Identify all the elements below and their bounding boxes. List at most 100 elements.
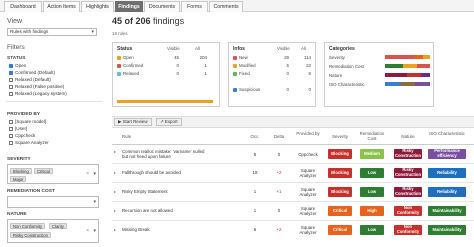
nature-bar (421, 73, 430, 77)
rule-name-line: but not freed upon failure (122, 154, 171, 159)
checkbox-icon (9, 70, 13, 75)
table-row[interactable]: ▸ Risky Empty Statement 1 +1 Square Analy… (112, 183, 474, 202)
status-row-relaxed[interactable]: Relaxed (117, 71, 139, 76)
tab-highlights[interactable]: Highlights (81, 1, 114, 12)
clear-icon[interactable]: × (86, 171, 89, 177)
occurrences: 5 (253, 152, 257, 157)
clear-icon[interactable]: × (86, 228, 89, 234)
rule-name[interactable]: ▸ Common realloc mistake: 'varname' null… (114, 149, 246, 159)
table-row[interactable]: ▸ Fallthrough should be avoided 18 +2 Sq… (112, 164, 474, 183)
chevron-right-icon: ▸ (114, 208, 117, 213)
status-option-relaxed[interactable]: Relaxed (Default) (9, 77, 51, 83)
infos-row-suspicious[interactable]: Suspicious (233, 87, 260, 92)
rule-name[interactable]: ▸ Missing Break (114, 227, 246, 232)
severity-chip[interactable]: Critical (34, 168, 53, 174)
nature-multiselect[interactable]: Non Conformity Clarity Risky Constructio… (7, 219, 99, 243)
status-visible-value: 0 (176, 63, 179, 68)
column-header-delta[interactable]: Delta (272, 134, 286, 139)
rule-name[interactable]: ▸ Risky Empty Statement (114, 189, 246, 194)
remediation-badge: High (360, 206, 384, 216)
table-row[interactable]: ▸ Recursion are not allowed 1 0 Square An… (112, 202, 474, 221)
provided-option-cppcheck[interactable]: Cppcheck (9, 133, 35, 139)
status-row-label: Confirmed (123, 63, 144, 68)
status-row-confirmed[interactable]: Confirmed (117, 63, 143, 68)
start-review-button[interactable]: ▶ Start Review (114, 118, 152, 126)
rules-count: 16 rules (112, 31, 128, 36)
table-row[interactable]: ▸ Common realloc mistake: 'varname' null… (112, 145, 474, 164)
categories-card-title: Categories (329, 46, 355, 52)
confirmed-status-icon (117, 63, 121, 68)
column-header-severity[interactable]: Severity (328, 134, 352, 139)
remediation-badge: Low (360, 187, 384, 197)
col-all: All (301, 46, 306, 51)
severity-badge: Blocking (328, 149, 352, 159)
column-header-rule[interactable]: Rule (122, 134, 182, 139)
tab-action-items[interactable]: Action Items (43, 1, 80, 12)
occurrences: 1 (253, 189, 257, 194)
iso-bar (415, 82, 430, 86)
iso-badge: Performance efficiency (428, 149, 466, 159)
status-option-relaxed-false-positive[interactable]: Relaxed (False positive) (9, 84, 64, 90)
view-select[interactable]: Rules with findings ▾ (7, 28, 97, 36)
nature-chip[interactable]: Non Conformity (10, 223, 46, 229)
findings-main: 45 of 206 findings 16 rules Status Visib… (112, 12, 474, 247)
provided-by-line: Analyzer (299, 173, 317, 178)
severity-badge: Critical (328, 225, 352, 235)
checkbox-icon (9, 63, 13, 68)
severity-chip[interactable]: Major (10, 176, 27, 182)
infos-row-fixed[interactable]: Fixed (233, 71, 250, 76)
status-option-confirmed[interactable]: Confirmed (Default) (9, 70, 55, 76)
column-header-remediation-cost[interactable]: Remediation Cost (358, 131, 386, 141)
nature-badge: Risky Construction (394, 168, 422, 178)
provided-option-square-analyzer[interactable]: Square Analyzer (9, 140, 49, 146)
status-row-open[interactable]: Open (117, 55, 134, 60)
severity-multiselect[interactable]: Blocking Critical Major × ▾ (7, 164, 99, 184)
provided-option-label: Square Analyzer (15, 140, 49, 145)
severity-badge: Blocking (328, 187, 352, 197)
table-row[interactable]: ▸ Missing Break 6 +2 Square Analyzer Crit… (112, 221, 474, 240)
tab-comments[interactable]: Comments (209, 1, 243, 12)
status-option-relaxed-legacy[interactable]: Relaxed (Legacy system) (9, 91, 67, 97)
severity-badge: Critical (328, 206, 352, 216)
column-header-iso[interactable]: ISO Characteristic (428, 131, 466, 136)
rule-name[interactable]: ▸ Recursion are not allowed (114, 208, 246, 213)
nature-chip[interactable]: Risky Construction (10, 232, 51, 238)
status-caption: STATUS (7, 56, 26, 61)
provided-option-square-model[interactable]: [Square model] (9, 119, 46, 125)
chevron-down-icon: ▾ (91, 29, 94, 35)
nature-badge: Risky Construction (394, 187, 422, 197)
status-option-label: Relaxed (Default) (15, 77, 51, 82)
tab-dashboard[interactable]: Dashboard (4, 1, 42, 12)
tab-forms[interactable]: Forms (181, 1, 208, 12)
tab-documents[interactable]: Documents (144, 1, 180, 12)
provided-by: Square Analyzer (296, 187, 320, 197)
severity-caption: SEVERITY (7, 157, 31, 162)
nature-chip[interactable]: Clarity (49, 223, 67, 229)
iso-badge: Maintainability (428, 225, 466, 235)
view-heading: View (7, 18, 23, 25)
severity-badge: Blocking (328, 168, 352, 178)
severity-bar (415, 55, 423, 59)
remediation-badge: Medium (360, 149, 384, 159)
severity-chip[interactable]: Blocking (10, 168, 32, 174)
chevron-right-icon: ▸ (114, 227, 117, 232)
infos-row-modified[interactable]: Modified (233, 63, 256, 68)
status-option-label: Relaxed (False positive) (15, 84, 65, 89)
status-row-label: Relaxed (123, 71, 140, 76)
checkbox-icon (9, 119, 13, 124)
column-header-occ[interactable]: Occ. (248, 134, 262, 139)
nature-badge-line: Conformity (396, 229, 420, 235)
chevron-down-icon: ▾ (93, 228, 96, 234)
export-button[interactable]: ↗ Export (156, 118, 182, 126)
column-header-nature[interactable]: Nature (394, 134, 422, 139)
column-header-provided-by[interactable]: Provided by (296, 131, 320, 136)
infos-row-new[interactable]: New (233, 55, 248, 60)
tab-findings[interactable]: Findings (115, 1, 143, 12)
rule-name[interactable]: ▸ Fallthrough should be avoided (114, 170, 246, 175)
status-all-value: 204 (199, 55, 207, 60)
remediation-cost-multiselect[interactable]: ▾ (7, 196, 99, 208)
status-option-open[interactable]: Open (9, 63, 26, 69)
start-review-label: Start Review (122, 119, 148, 124)
provided-option-user[interactable]: [User] (9, 126, 27, 132)
col-visible: Visible (167, 46, 180, 51)
